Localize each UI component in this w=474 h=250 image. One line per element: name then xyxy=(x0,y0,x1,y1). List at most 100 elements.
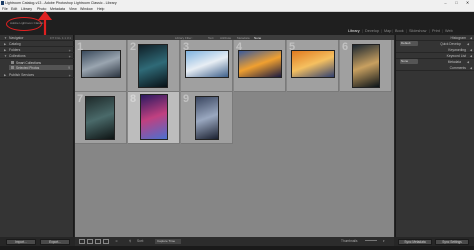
comments-label: Comments xyxy=(449,66,466,70)
filter-none[interactable]: None xyxy=(254,36,261,40)
module-print[interactable]: Print xyxy=(432,29,440,33)
menu-window[interactable]: Window xyxy=(80,7,93,11)
menu-library[interactable]: Library xyxy=(21,7,32,11)
catalog-label: Catalog xyxy=(9,42,21,46)
export-button[interactable]: Export... xyxy=(40,239,70,245)
photo-thumbnail[interactable] xyxy=(195,96,219,140)
menu-help[interactable]: Help xyxy=(97,7,104,11)
photo-thumbnail[interactable] xyxy=(238,50,282,78)
filter-metadata[interactable]: Metadata xyxy=(237,36,250,40)
expand-triangle-icon: ◀ xyxy=(466,59,469,64)
grid-cell[interactable]: 2 xyxy=(128,40,180,92)
navigator-zoom-options[interactable]: FIT FILL 1:1 3:1 xyxy=(50,36,71,40)
quick-develop-label: Quick Develop xyxy=(440,41,461,46)
window-title: Lightroom Catalog-v13 - Adobe Photoshop … xyxy=(5,1,117,5)
cell-index: 8 xyxy=(130,93,137,105)
right-panel: Histogram ◀ Default Quick Develop ◀ Keyw… xyxy=(395,35,474,237)
grid-cell[interactable]: 5 xyxy=(287,40,339,92)
cell-index: 2 xyxy=(130,41,137,53)
collections-label: Collections xyxy=(9,54,26,58)
add-publish-service-icon[interactable]: + xyxy=(69,73,71,78)
grid-view-icon[interactable] xyxy=(79,239,85,244)
import-button[interactable]: Import... xyxy=(6,239,36,245)
saved-preset-select[interactable]: Default xyxy=(400,41,418,46)
collapse-triangle-icon: ▼ xyxy=(4,36,7,40)
smart-collection-icon xyxy=(11,61,14,64)
expand-triangle-icon: ◀ xyxy=(466,41,469,46)
metadata-label: Metadata xyxy=(447,59,461,64)
filter-text[interactable]: Text xyxy=(208,36,214,40)
cell-index: 9 xyxy=(183,93,190,105)
collection-label: Selected Photos xyxy=(16,65,40,70)
left-panel: ▼ Navigator FIT FILL 1:1 3:1 ▶ Catalog ▶… xyxy=(0,35,74,237)
expand-triangle-icon: ◀ xyxy=(469,66,472,70)
photo-thumbnail[interactable] xyxy=(138,44,168,88)
photo-thumbnail[interactable] xyxy=(140,94,168,140)
lightroom-app-icon xyxy=(1,1,4,5)
menu-edit[interactable]: Edit xyxy=(11,7,17,11)
cell-index: 6 xyxy=(342,41,349,53)
cell-index: 7 xyxy=(77,93,84,105)
identity-plate-bar: Adobe Lightroom Classic Library | Develo… xyxy=(0,12,474,35)
grid-cell[interactable]: 1 xyxy=(75,40,127,92)
navigator-label: Navigator xyxy=(9,36,24,40)
filmstrip-collapsed xyxy=(0,246,474,250)
photo-thumbnail[interactable] xyxy=(85,96,115,140)
loupe-view-icon[interactable] xyxy=(87,239,93,244)
collection-icon xyxy=(11,66,14,69)
keywording-label: Keywording xyxy=(448,48,466,52)
grid-cell[interactable]: 8 xyxy=(128,92,180,144)
folders-label: Folders xyxy=(9,48,21,52)
photo-thumbnail[interactable] xyxy=(81,50,121,78)
grid-view: 12 3456 7 8 9 xyxy=(75,40,394,237)
sort-select[interactable]: Capture Time xyxy=(155,239,181,244)
keyword-list-label: Keyword List xyxy=(446,54,466,58)
quick-develop-row[interactable]: Default Quick Develop ◀ xyxy=(400,41,471,46)
menu-view[interactable]: View xyxy=(69,7,77,11)
filter-attribute[interactable]: Attribute xyxy=(220,36,231,40)
sort-label: Sort: xyxy=(137,239,144,243)
grid-cell[interactable]: 7 xyxy=(75,92,127,144)
grid-cell[interactable]: 9 xyxy=(181,92,233,144)
grid-cell[interactable]: 4 xyxy=(234,40,286,92)
painter-icon[interactable]: ⚲ xyxy=(129,239,131,244)
sync-settings-button[interactable]: Sync Settings xyxy=(435,239,469,245)
photo-thumbnail[interactable] xyxy=(352,44,380,88)
metadata-preset-select[interactable]: None xyxy=(400,59,418,64)
expand-triangle-icon: ▶ xyxy=(4,48,7,52)
comments-header[interactable]: Comments ◀ xyxy=(396,65,474,71)
module-library[interactable]: Library xyxy=(348,29,360,33)
photo-thumbnail[interactable] xyxy=(291,50,335,78)
collection-count: 9 xyxy=(68,65,70,70)
module-book[interactable]: Book xyxy=(395,29,404,33)
add-folder-icon[interactable]: + xyxy=(69,48,71,53)
collapse-triangle-icon: ▼ xyxy=(4,54,7,58)
compare-view-icon[interactable] xyxy=(95,239,101,244)
publish-services-header[interactable]: ▶ Publish Services + xyxy=(0,72,74,78)
filter-title: Library Filter : xyxy=(175,35,194,40)
collections-header[interactable]: ▼ Collections + xyxy=(0,53,74,59)
histogram-label: Histogram xyxy=(450,36,466,40)
module-slideshow[interactable]: Slideshow xyxy=(409,29,426,33)
expand-triangle-icon: ◀ xyxy=(469,48,472,52)
sync-metadata-button[interactable]: Sync Metadata xyxy=(398,239,432,245)
thumbnail-size-slider[interactable] xyxy=(365,240,377,241)
metadata-row[interactable]: None Metadata ◀ xyxy=(400,59,471,64)
expand-triangle-icon: ▶ xyxy=(4,73,7,77)
module-web[interactable]: Web xyxy=(445,29,453,33)
collapse-triangle-icon: ◀ xyxy=(469,36,472,40)
expand-triangle-icon: ▶ xyxy=(4,42,7,46)
toolbar-menu-icon[interactable]: ▾ xyxy=(383,239,385,244)
collection-label: Smart Collections xyxy=(16,60,41,65)
module-develop[interactable]: Develop xyxy=(365,29,379,33)
photo-thumbnail[interactable] xyxy=(185,50,229,78)
module-map[interactable]: Map xyxy=(384,29,391,33)
grid-cell[interactable]: 6 xyxy=(340,40,392,92)
survey-view-icon[interactable] xyxy=(103,239,109,244)
menu-file[interactable]: File xyxy=(2,7,8,11)
add-collection-icon[interactable]: + xyxy=(69,54,71,59)
expand-triangle-icon: ◀ xyxy=(469,54,472,58)
grid-cell[interactable]: 3 xyxy=(181,40,233,92)
collection-item-selected[interactable]: Selected Photos 9 xyxy=(9,65,73,70)
people-view-icon[interactable]: ☺ xyxy=(115,239,118,244)
